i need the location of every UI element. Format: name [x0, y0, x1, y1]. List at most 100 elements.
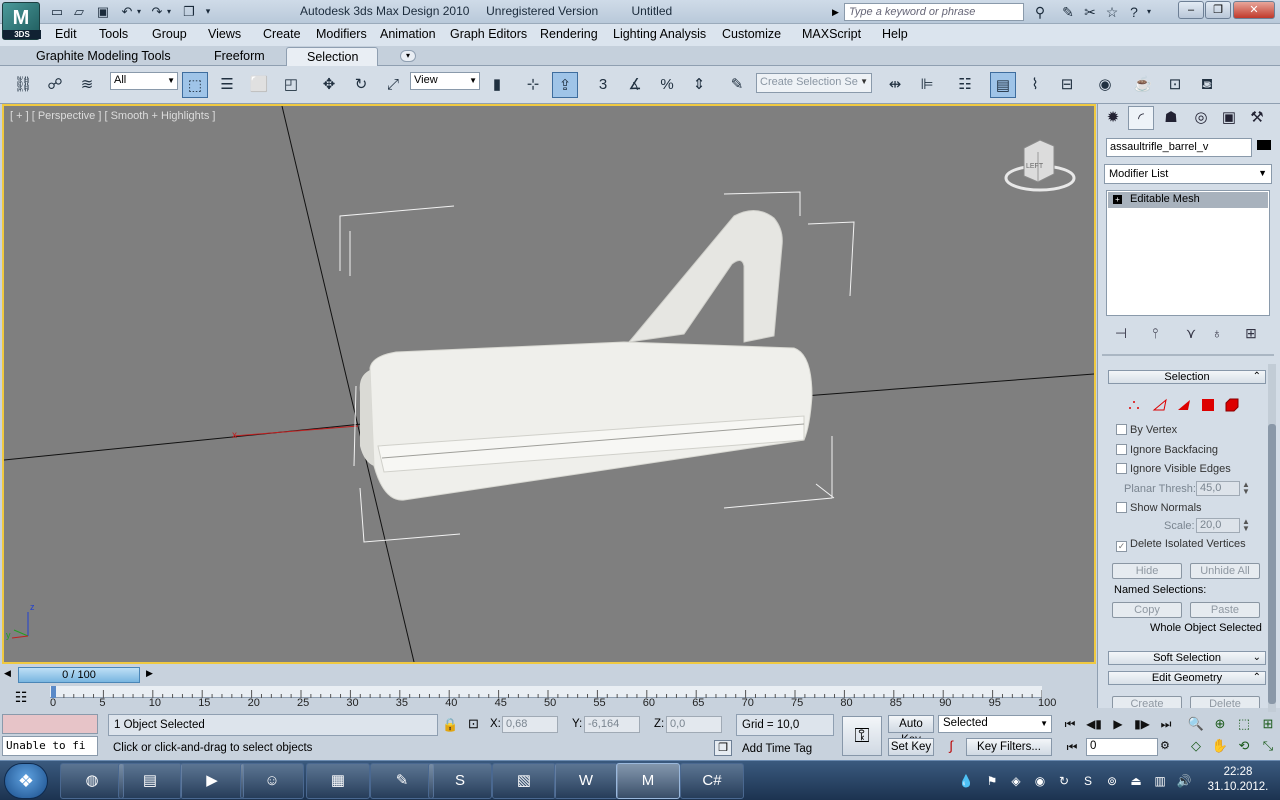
menu-tools[interactable]: Tools	[99, 27, 128, 41]
selection-rollout-header[interactable]: Selection ⌃	[1108, 370, 1266, 384]
explorer-task-icon[interactable]: ▤	[118, 763, 182, 799]
orbit-icon[interactable]: ⟲	[1234, 737, 1254, 755]
open-file-icon[interactable]: ▱	[70, 3, 88, 20]
tray-volume-icon[interactable]: 🔊	[1176, 773, 1192, 789]
keyboard-shortcut-override-icon[interactable]: ⇪	[552, 72, 578, 98]
maximize-viewport-icon[interactable]: ⤡	[1258, 737, 1278, 755]
viewport-label[interactable]: [ + ] [ Perspective ] [ Smooth + Highlig…	[10, 110, 215, 122]
stack-item-editable-mesh[interactable]: + Editable Mesh	[1108, 192, 1268, 208]
tab-selection[interactable]: Selection	[286, 47, 378, 66]
photo-viewer-task-icon[interactable]: ▧	[492, 763, 556, 799]
time-next-arrow-icon[interactable]: ▶	[146, 668, 153, 679]
material-editor-icon[interactable]: ◉	[1092, 72, 1118, 98]
checkbox-box[interactable]	[1116, 444, 1127, 455]
menu-edit[interactable]: Edit	[55, 27, 77, 41]
checkbox-box[interactable]	[1116, 502, 1127, 513]
motion-tab-icon[interactable]: ◎	[1188, 106, 1214, 130]
menu-graph-editors[interactable]: Graph Editors	[450, 27, 527, 41]
select-manipulate-icon[interactable]: ⊹	[520, 72, 546, 98]
zoom-all-icon[interactable]: ⊕	[1210, 715, 1230, 733]
key-mode-toggle-icon[interactable]: ⏮	[1062, 739, 1082, 755]
configure-modifier-sets-icon[interactable]: ⊞	[1240, 324, 1262, 342]
menu-create[interactable]: Create	[263, 27, 301, 41]
search-expand-icon[interactable]: ▶	[832, 3, 842, 21]
tray-network-icon[interactable]: ▥	[1152, 773, 1168, 789]
hide-button[interactable]: Hide	[1112, 563, 1182, 579]
gimp-task-icon[interactable]: ✎	[370, 763, 434, 799]
ribbon-minimize-icon[interactable]: ▾	[400, 50, 416, 62]
remove-modifier-icon[interactable]: ♁	[1206, 324, 1228, 342]
tray-steam-icon[interactable]: ⊚	[1104, 773, 1120, 789]
by-vertex-checkbox[interactable]: By Vertex	[1116, 424, 1177, 436]
go-to-end-icon[interactable]: ⏭	[1156, 716, 1176, 732]
pan-hand-icon[interactable]: ✋	[1210, 737, 1230, 755]
system-clock[interactable]: 22:28 31.10.2012.	[1200, 765, 1276, 795]
create-button[interactable]: Create	[1112, 696, 1182, 708]
add-time-tag-button[interactable]: Add Time Tag	[742, 743, 812, 755]
undo-dropdown-icon[interactable]: ▾	[134, 3, 144, 20]
auto-key-button[interactable]: Auto Key	[888, 715, 934, 746]
tray-app-icon[interactable]: ◉	[1032, 773, 1048, 789]
time-slider-thumb[interactable]: 0 / 100	[18, 667, 140, 683]
unhide-all-button[interactable]: Unhide All	[1190, 563, 1260, 579]
spinner-arrows-icon[interactable]: ▲ ▼	[1242, 481, 1250, 496]
field-of-view-icon[interactable]: ◇	[1186, 737, 1206, 755]
modify-tab-icon[interactable]: ◜	[1128, 106, 1154, 130]
make-unique-icon[interactable]: ⋎	[1180, 324, 1202, 342]
schematic-view-icon[interactable]: ⊟	[1054, 72, 1080, 98]
help-dropdown-icon[interactable]: ▾	[1144, 3, 1154, 21]
snaps-toggle-icon[interactable]: 3	[590, 72, 616, 98]
play-icon[interactable]: ▶	[1108, 716, 1128, 732]
coord-z-field[interactable]: 0,0	[666, 716, 722, 733]
zoom-icon[interactable]: 🔍	[1186, 715, 1206, 733]
3dsmax-task-icon[interactable]: M	[616, 763, 680, 799]
tray-water-icon[interactable]: 💧	[958, 773, 974, 789]
expand-plus-icon[interactable]: +	[1113, 195, 1122, 204]
tray-flag-icon[interactable]: ⚑	[984, 773, 1000, 789]
subscription-icon[interactable]: ✎	[1058, 3, 1078, 21]
menu-rendering[interactable]: Rendering	[540, 27, 598, 41]
utilities-tab-icon[interactable]: ⚒	[1244, 106, 1270, 130]
modifier-list-dropdown[interactable]: Modifier List ▼	[1104, 164, 1272, 184]
spinner-snap-icon[interactable]: ⇕	[686, 72, 712, 98]
menu-help[interactable]: Help	[882, 27, 908, 41]
zoom-extents-icon[interactable]: ⬚	[1234, 715, 1254, 733]
menu-customize[interactable]: Customize	[722, 27, 781, 41]
set-keys-key-icon[interactable]: ⚿	[842, 716, 882, 756]
element-level-icon[interactable]	[1224, 398, 1240, 412]
menu-maxscript[interactable]: MAXScript	[802, 27, 861, 41]
layer-manager-icon[interactable]: ☷	[952, 72, 978, 98]
edit-named-selection-icon[interactable]: ✎	[724, 72, 750, 98]
next-frame-icon[interactable]: ▮▶	[1132, 716, 1152, 732]
go-to-start-icon[interactable]: ⏮	[1060, 716, 1080, 732]
tray-skype-icon[interactable]: S	[1080, 773, 1096, 789]
edit-geometry-rollout-header[interactable]: Edit Geometry ⌃	[1108, 671, 1266, 685]
absolute-mode-transform-icon[interactable]: ⊡	[468, 716, 479, 732]
ignore-backfacing-checkbox[interactable]: Ignore Backfacing	[1116, 444, 1218, 456]
viewcube[interactable]: LEFT	[1004, 139, 1076, 192]
soft-selection-rollout-header[interactable]: Soft Selection ⌄	[1108, 651, 1266, 665]
select-object-icon[interactable]: ⬚	[182, 72, 208, 98]
percent-snap-icon[interactable]: %	[654, 72, 680, 98]
perspective-viewport[interactable]: x z y LEFT [ + ] [ Perspective ] [ Smoot…	[2, 104, 1096, 664]
select-and-link-icon[interactable]: ⛓	[10, 72, 36, 98]
bind-space-warp-icon[interactable]: ≋	[74, 72, 100, 98]
minimize-button[interactable]: –	[1178, 1, 1204, 19]
previous-frame-icon[interactable]: ◀▮	[1084, 716, 1104, 732]
edge-level-icon[interactable]	[1152, 398, 1168, 412]
angle-snap-icon[interactable]: ∡	[622, 72, 648, 98]
isolate-selection-icon[interactable]: ❐	[714, 740, 732, 756]
object-color-swatch[interactable]	[1257, 140, 1271, 150]
reference-coordinate-dropdown[interactable]: View ▼	[410, 72, 480, 90]
rectangular-selection-icon[interactable]: ⬜	[246, 72, 272, 98]
selection-filter-dropdown[interactable]: All ▼	[110, 72, 178, 90]
checkbox-box[interactable]	[1116, 424, 1127, 435]
key-filters-button[interactable]: Key Filters...	[966, 738, 1052, 756]
binoculars-icon[interactable]: ⚲	[1030, 3, 1050, 21]
track-bar[interactable]: ☷ 0 5 10 15 20 25 30 35 40 45 50 55 60 65 70 75 80 85 90 95…	[0, 686, 1096, 712]
rendered-frame-window-icon[interactable]: ⊡	[1162, 72, 1188, 98]
tab-graphite-modeling-tools[interactable]: Graphite Modeling Tools	[36, 49, 171, 63]
new-file-icon[interactable]: ▭	[48, 3, 66, 20]
firefox-task-icon[interactable]: ◍	[60, 763, 124, 799]
skype-task-icon[interactable]: S	[428, 763, 492, 799]
